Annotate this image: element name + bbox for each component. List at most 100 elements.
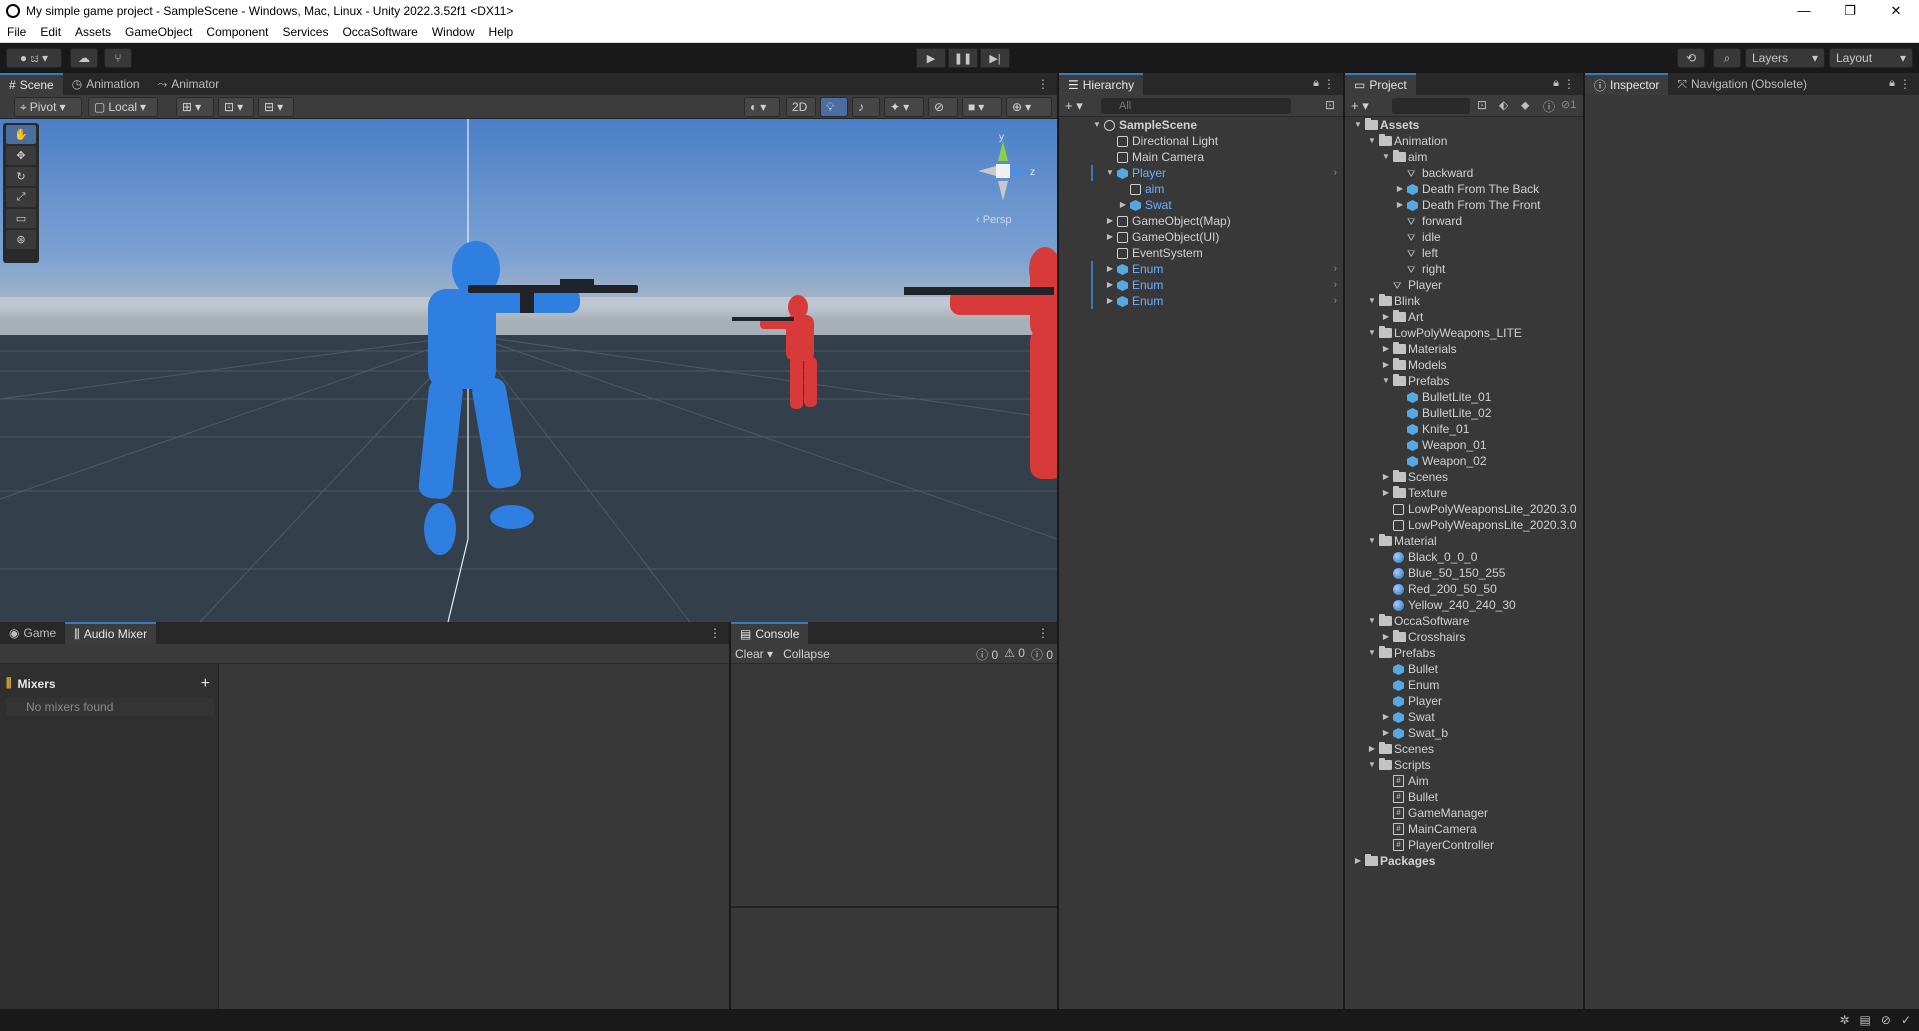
search-by-label-icon[interactable]: ⬖ [1499, 98, 1508, 112]
more-options-icon[interactable]: ⋮ [709, 626, 721, 640]
expand-arrow-icon[interactable]: ▼ [1105, 165, 1115, 181]
maximize-button[interactable]: ❐ [1827, 0, 1873, 22]
project-item[interactable]: ▼ Prefabs [1345, 645, 1583, 661]
lock-icon[interactable]: 🔒︎ [1313, 77, 1319, 90]
cache-icon[interactable]: ▤ [1860, 1013, 1871, 1027]
hierarchy-item[interactable]: ▶ Enum › [1059, 277, 1343, 293]
tag-icon[interactable]: ⬥ [1521, 98, 1529, 113]
more-options-icon[interactable]: ⋮ [1323, 77, 1335, 91]
create-dropdown-button[interactable]: + ▾ [1065, 98, 1083, 114]
project-item[interactable]: ▶ Packages [1345, 853, 1583, 869]
rotate-tool-icon[interactable]: ↻ [6, 167, 36, 186]
collapse-arrow-icon[interactable]: ▶ [1395, 197, 1405, 213]
project-item[interactable]: ▼ Assets [1345, 117, 1583, 133]
play-button[interactable]: ▶ [916, 48, 946, 68]
more-options-icon[interactable]: ⋮ [1037, 626, 1049, 640]
layout-dropdown[interactable]: Layout ▾ [1829, 48, 1913, 68]
expand-arrow-icon[interactable]: ▼ [1367, 533, 1377, 549]
create-asset-button[interactable]: + ▾ [1351, 98, 1369, 114]
prefab-open-icon[interactable]: › [1334, 277, 1337, 293]
more-options-icon[interactable]: ⋮ [1037, 77, 1049, 91]
console-splitter[interactable] [731, 906, 1057, 908]
project-item[interactable]: Yellow_240_240_30 [1345, 597, 1583, 613]
menu-occasoftware[interactable]: OccaSoftware [335, 25, 424, 39]
scene-viewport[interactable]: ✋ ✥ ↻ ⤢ ▭ ⊛ y z ‹ Persp [0, 119, 1057, 622]
collapse-arrow-icon[interactable]: ▶ [1381, 469, 1391, 485]
hierarchy-item[interactable]: ▶ Enum › [1059, 261, 1343, 277]
project-item[interactable]: Red_200_50_50 [1345, 581, 1583, 597]
tab-inspector[interactable]: ⓘ Inspector [1585, 73, 1669, 95]
collapse-arrow-icon[interactable]: ▶ [1105, 213, 1115, 229]
hidden-objects-toggle[interactable]: ⊘ [928, 97, 958, 117]
menu-file[interactable]: File [0, 25, 33, 39]
collapse-arrow-icon[interactable]: ▶ [1105, 293, 1115, 309]
tab-game[interactable]: ◉ Game [0, 622, 65, 644]
project-item[interactable]: ▼ Blink [1345, 293, 1583, 309]
expand-arrow-icon[interactable]: ▼ [1092, 117, 1102, 133]
project-item[interactable]: ▶ Death From The Front [1345, 197, 1583, 213]
tab-console[interactable]: ▤ Console [731, 622, 809, 644]
lighting-toggle[interactable]: 💡︎ [820, 97, 848, 117]
expand-arrow-icon[interactable]: ▼ [1367, 645, 1377, 661]
hierarchy-item[interactable]: ▼ Player › [1059, 165, 1343, 181]
project-item[interactable]: # MainCamera [1345, 821, 1583, 837]
tab-animation[interactable]: ◷ Animation [63, 73, 149, 95]
tab-hierarchy[interactable]: ☰ Hierarchy [1059, 73, 1144, 95]
pivot-dropdown[interactable]: ⌖ Pivot ▾ [14, 97, 82, 117]
collapse-arrow-icon[interactable]: ▶ [1381, 709, 1391, 725]
project-item[interactable]: LowPolyWeaponsLite_2020.3.0 [1345, 501, 1583, 517]
more-options-icon[interactable]: ⋮ [1899, 77, 1911, 91]
close-button[interactable]: ✕ [1873, 0, 1919, 22]
transform-tool-icon[interactable]: ⊛ [6, 230, 36, 249]
hidden-packages-toggle[interactable]: ⊘1 [1561, 98, 1576, 111]
collapse-arrow-icon[interactable]: ▶ [1395, 181, 1405, 197]
undo-history-button[interactable]: ⟲ [1677, 48, 1705, 68]
collapse-arrow-icon[interactable]: ▶ [1367, 741, 1377, 757]
collapse-arrow-icon[interactable]: ▶ [1118, 197, 1128, 213]
tab-audio-mixer[interactable]: ⫼ Audio Mixer [65, 622, 157, 644]
search-by-type-icon[interactable]: ⊡ [1477, 98, 1487, 112]
project-item[interactable]: # GameManager [1345, 805, 1583, 821]
project-item[interactable]: ▶ Models [1345, 357, 1583, 373]
collapse-arrow-icon[interactable]: ▶ [1105, 277, 1115, 293]
hierarchy-item[interactable]: Directional Light [1059, 133, 1343, 149]
project-item[interactable]: ⛛ backward [1345, 165, 1583, 181]
error-count-toggle[interactable]: ⓘ 0 [1031, 646, 1053, 663]
search-button[interactable]: ⌕ [1713, 48, 1741, 68]
menu-assets[interactable]: Assets [68, 25, 118, 39]
prefab-open-icon[interactable]: › [1334, 293, 1337, 309]
project-item[interactable]: ⛛ idle [1345, 229, 1583, 245]
project-item[interactable]: Black_0_0_0 [1345, 549, 1583, 565]
project-item[interactable]: ▶ Scenes [1345, 741, 1583, 757]
clear-button[interactable]: Clear ▾ [735, 647, 773, 661]
collab-button[interactable]: ⑂ [104, 48, 132, 68]
project-item[interactable]: ▶ Scenes [1345, 469, 1583, 485]
project-item[interactable]: Weapon_01 [1345, 437, 1583, 453]
project-item[interactable]: ▶ Materials [1345, 341, 1583, 357]
project-item[interactable]: # PlayerController [1345, 837, 1583, 853]
hand-tool-icon[interactable]: ✋ [6, 125, 36, 144]
expand-arrow-icon[interactable]: ▼ [1367, 757, 1377, 773]
add-mixer-button[interactable]: + [201, 675, 210, 693]
project-item[interactable]: ▶ Death From The Back [1345, 181, 1583, 197]
menu-component[interactable]: Component [199, 25, 275, 39]
project-item[interactable]: ▼ Material [1345, 533, 1583, 549]
hierarchy-item[interactable]: Main Camera [1059, 149, 1343, 165]
collapse-arrow-icon[interactable]: ▶ [1105, 261, 1115, 277]
collapse-arrow-icon[interactable]: ▶ [1381, 341, 1391, 357]
project-item[interactable]: ▶ Art [1345, 309, 1583, 325]
cloud-button[interactable]: ☁ [70, 48, 98, 68]
warning-count-toggle[interactable]: ⚠ 0 [1004, 646, 1025, 663]
hierarchy-item[interactable]: ▼ SampleScene [1059, 117, 1343, 133]
hierarchy-item[interactable]: EventSystem [1059, 245, 1343, 261]
orientation-gizmo[interactable]: y z [968, 131, 1038, 221]
more-options-icon[interactable]: ⋮ [1563, 77, 1575, 91]
project-item[interactable]: ⛛ Player [1345, 277, 1583, 293]
project-item[interactable]: ⛛ left [1345, 245, 1583, 261]
menu-services[interactable]: Services [275, 25, 335, 39]
collapse-button[interactable]: Collapse [783, 647, 830, 661]
expand-arrow-icon[interactable]: ▼ [1353, 117, 1363, 133]
collapse-arrow-icon[interactable]: ▶ [1381, 629, 1391, 645]
project-item[interactable]: ▶ Swat [1345, 709, 1583, 725]
menu-window[interactable]: Window [425, 25, 482, 39]
